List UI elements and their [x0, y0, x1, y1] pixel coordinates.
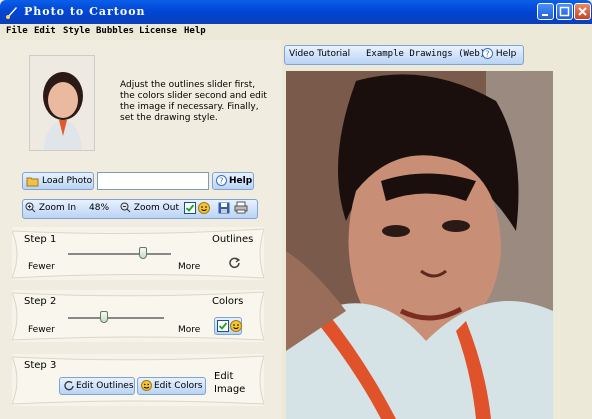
- help-button[interactable]: ? Help: [212, 172, 254, 190]
- step3-edit-image-label: Edit Image: [214, 371, 246, 395]
- colors-slider-track[interactable]: [68, 317, 164, 319]
- print-icon[interactable]: [234, 201, 248, 214]
- checkbox-icon[interactable]: [184, 202, 196, 214]
- refresh-icon: [64, 381, 74, 391]
- edit-outlines-button[interactable]: Edit Outlines: [59, 377, 135, 395]
- photo-thumbnail: [29, 55, 95, 151]
- svg-text:?: ?: [485, 50, 489, 59]
- example-drawings-button[interactable]: Example Drawings (Web): [366, 49, 485, 59]
- step1-max-label: More: [178, 262, 201, 272]
- outlines-slider-track[interactable]: [68, 253, 171, 255]
- scrollbar[interactable]: [577, 40, 592, 419]
- smiley-icon: [141, 380, 152, 391]
- zoom-out-icon: [120, 202, 131, 213]
- minimize-button[interactable]: [537, 3, 554, 20]
- step2-min-label: Fewer: [28, 325, 55, 335]
- menu-license[interactable]: License: [139, 26, 177, 36]
- question-icon: ?: [216, 175, 227, 186]
- step2-colors-label: Colors: [212, 296, 244, 307]
- step2-title: Step 2: [24, 296, 57, 307]
- step1-min-label: Fewer: [28, 262, 55, 272]
- video-tutorial-button[interactable]: Video Tutorial: [289, 49, 350, 59]
- menu-help[interactable]: Help: [184, 26, 206, 36]
- smiley-icon: [230, 320, 242, 332]
- step3-title: Step 3: [24, 360, 57, 371]
- maximize-button[interactable]: [556, 3, 573, 20]
- zoom-in-icon: [25, 202, 36, 213]
- menu-file[interactable]: File: [6, 26, 28, 36]
- photo-path-input[interactable]: [97, 172, 209, 190]
- window-title: Photo to Cartoon: [24, 5, 146, 18]
- menu-edit[interactable]: Edit: [34, 26, 56, 36]
- question-icon: ?: [482, 48, 493, 59]
- step1-title: Step 1: [24, 234, 57, 245]
- cartoon-image: [286, 71, 553, 419]
- instructions-text: Adjust the outlines slider first, the co…: [120, 80, 267, 123]
- zoom-in-button[interactable]: Zoom In: [25, 202, 76, 213]
- app-icon: [6, 7, 17, 19]
- zoom-out-button[interactable]: Zoom Out: [120, 202, 179, 213]
- checkbox-icon: [217, 320, 229, 332]
- title-bar: Photo to Cartoon: [0, 0, 592, 24]
- menu-style[interactable]: Style: [63, 26, 90, 36]
- close-button[interactable]: [574, 3, 591, 20]
- folder-icon: [26, 177, 39, 186]
- step2-max-label: More: [178, 325, 201, 335]
- menu-bubbles[interactable]: Bubbles: [96, 26, 134, 36]
- zoom-level: 48%: [89, 203, 110, 213]
- colors-slider-thumb[interactable]: [100, 311, 109, 323]
- save-icon[interactable]: [218, 202, 230, 214]
- top-help-button[interactable]: ? Help: [482, 48, 516, 59]
- step1-outlines-label: Outlines: [212, 234, 254, 245]
- colors-options-button[interactable]: [214, 317, 242, 335]
- outlines-slider-thumb[interactable]: [139, 247, 148, 259]
- menu-bar: File Edit Style Bubbles License Help: [0, 24, 592, 40]
- svg-text:?: ?: [219, 177, 223, 186]
- edit-colors-button[interactable]: Edit Colors: [137, 377, 206, 395]
- cartoon-canvas[interactable]: [286, 71, 553, 419]
- load-photo-button[interactable]: Load Photo: [22, 172, 94, 190]
- smiley-icon[interactable]: [198, 202, 210, 214]
- reset-icon[interactable]: [228, 256, 241, 269]
